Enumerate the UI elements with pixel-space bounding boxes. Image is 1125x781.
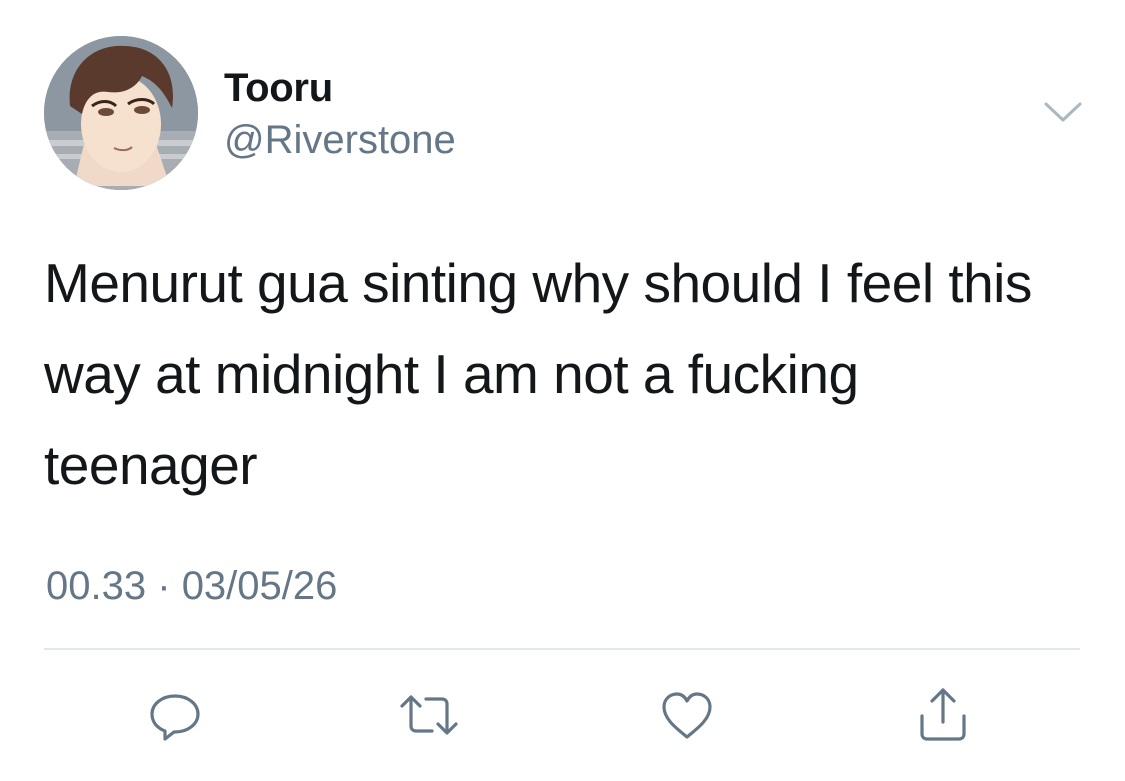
retweet-button[interactable] bbox=[398, 684, 460, 746]
tweet-time: 00.33 bbox=[46, 564, 147, 608]
reply-button[interactable] bbox=[144, 684, 206, 746]
divider bbox=[44, 648, 1080, 650]
avatar[interactable] bbox=[44, 36, 198, 190]
chevron-down-icon[interactable] bbox=[1040, 96, 1086, 130]
like-button[interactable] bbox=[656, 684, 718, 746]
display-name[interactable]: Tooru bbox=[224, 64, 456, 112]
avatar-illustration bbox=[44, 36, 198, 190]
reply-icon bbox=[150, 694, 200, 741]
retweet-icon bbox=[400, 695, 458, 735]
timestamp-separator: · bbox=[157, 564, 171, 608]
tweet-date: 03/05/26 bbox=[181, 564, 338, 608]
share-icon bbox=[920, 688, 966, 741]
tweet-timestamp[interactable]: 00.33 · 03/05/26 bbox=[46, 562, 337, 610]
handle[interactable]: @Riverstone bbox=[224, 114, 456, 166]
tweet-text: Menurut gua sinting why should I feel th… bbox=[44, 252, 1032, 496]
tweet-card: Tooru @Riverstone Menurut gua sinting wh… bbox=[0, 0, 1125, 781]
heart-icon bbox=[662, 692, 712, 739]
author-block[interactable]: Tooru @Riverstone bbox=[224, 64, 456, 166]
share-button[interactable] bbox=[912, 684, 974, 746]
